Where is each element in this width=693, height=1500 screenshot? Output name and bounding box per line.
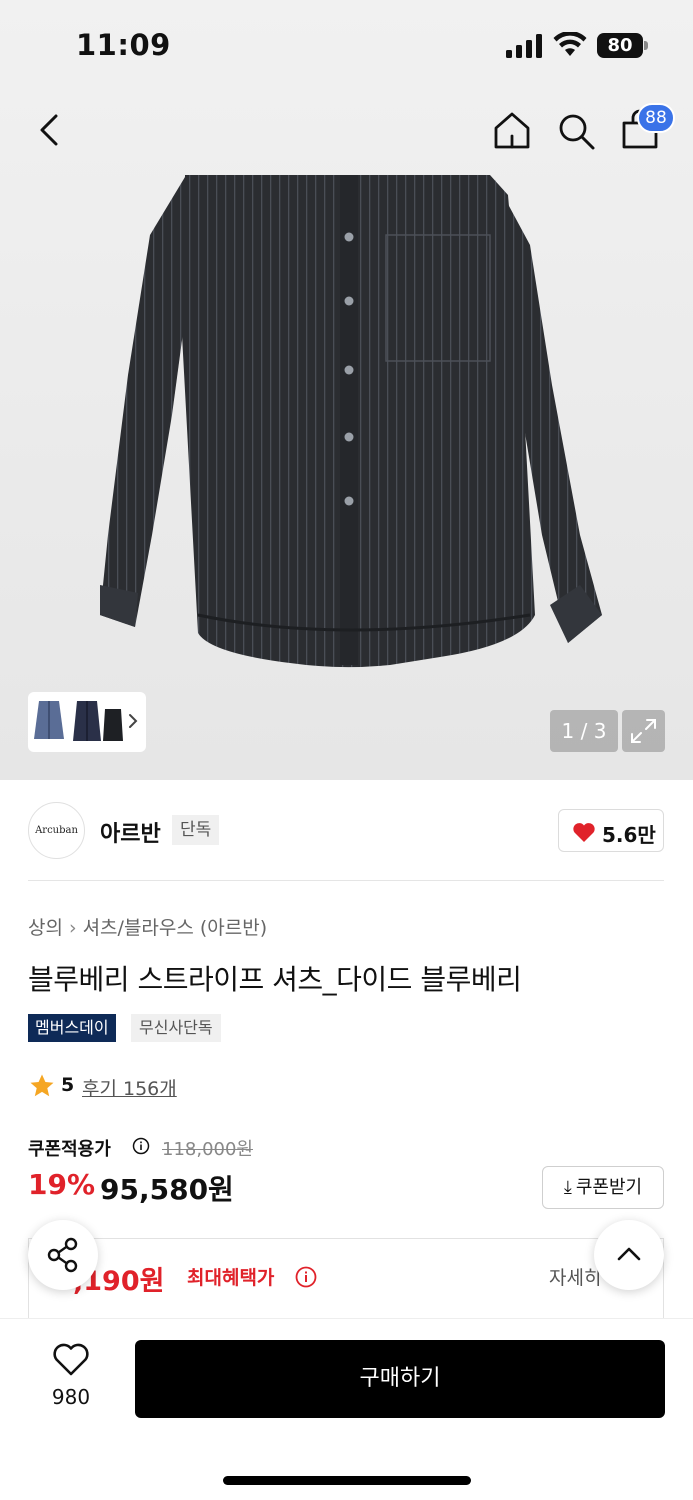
- brand-like-count: 5.6만: [602, 823, 656, 847]
- share-icon: [47, 1237, 78, 1273]
- get-coupon-button[interactable]: ⤓ 쿠폰받기: [542, 1166, 664, 1209]
- product-hero: 11:09 80 88 1 / 3: [0, 0, 693, 780]
- brand-exclusive-tag: 단독: [172, 815, 220, 845]
- final-price: 95,580원: [100, 1173, 234, 1206]
- product-image[interactable]: [90, 175, 610, 685]
- expand-icon[interactable]: [622, 710, 665, 752]
- share-button[interactable]: [28, 1220, 98, 1290]
- status-time: 11:09: [76, 28, 171, 62]
- tag-members-day: 멤버스데이: [28, 1014, 116, 1042]
- product-title: 블루베리 스트라이프 셔츠_다이드 블루베리: [28, 963, 522, 996]
- home-icon[interactable]: [490, 108, 534, 152]
- brand-like-button[interactable]: 5.6만: [558, 809, 664, 852]
- wifi-icon: [553, 32, 587, 56]
- max-benefit-box[interactable]: ,190원 최대혜택가 자세히: [28, 1238, 664, 1318]
- review-link[interactable]: 후기 156개: [82, 1074, 177, 1101]
- thumbnail-strip[interactable]: [28, 692, 146, 752]
- scroll-top-button[interactable]: [594, 1220, 664, 1290]
- star-icon: [30, 1074, 54, 1097]
- back-icon[interactable]: [30, 108, 70, 152]
- breadcrumb-subcategory[interactable]: 셔츠/블라우스 (아르반): [83, 917, 268, 939]
- discount-rate: 19%: [28, 1168, 96, 1201]
- search-icon[interactable]: [555, 108, 597, 152]
- breadcrumb: 상의 › 셔츠/블라우스 (아르반): [28, 913, 267, 940]
- battery-level: 80: [597, 33, 643, 58]
- chevron-right-icon[interactable]: [127, 710, 139, 732]
- tag-musinsa-exclusive: 무신사단독: [131, 1014, 221, 1042]
- get-coupon-label: 쿠폰받기: [575, 1177, 643, 1198]
- breadcrumb-category[interactable]: 상의: [28, 917, 63, 939]
- thumbnail-navy[interactable]: [72, 699, 102, 745]
- coupon-price-label: 쿠폰적용가: [28, 1139, 111, 1160]
- original-price: 118,000원: [162, 1139, 253, 1160]
- info-icon[interactable]: [132, 1137, 150, 1155]
- cart-count-badge: 88: [637, 103, 675, 133]
- max-benefit-label: 최대혜택가: [187, 1267, 275, 1289]
- rating-value: 5: [61, 1074, 75, 1096]
- buy-button[interactable]: 구매하기: [135, 1340, 665, 1418]
- thumbnail-blue[interactable]: [33, 699, 65, 745]
- home-indicator: [223, 1476, 471, 1485]
- thumbnail-black[interactable]: [102, 699, 124, 745]
- download-icon: ⤓: [563, 1177, 572, 1198]
- info-icon[interactable]: [295, 1266, 317, 1288]
- brand-name[interactable]: 아르반: [100, 816, 161, 848]
- signal-icon: [506, 34, 542, 58]
- chevron-up-icon: [617, 1247, 641, 1261]
- divider: [28, 880, 664, 881]
- battery-tip: [644, 41, 648, 50]
- heart-outline-icon[interactable]: [52, 1343, 90, 1377]
- heart-filled-icon: [573, 823, 595, 842]
- status-bar: 11:09 80: [0, 0, 693, 90]
- wish-count: 980: [51, 1385, 91, 1409]
- brand-logo[interactable]: Arcuban: [28, 802, 85, 859]
- chevron-right-icon: ›: [68, 917, 77, 939]
- battery-indicator: 80: [597, 33, 649, 58]
- gallery-page-counter: 1 / 3: [550, 710, 618, 752]
